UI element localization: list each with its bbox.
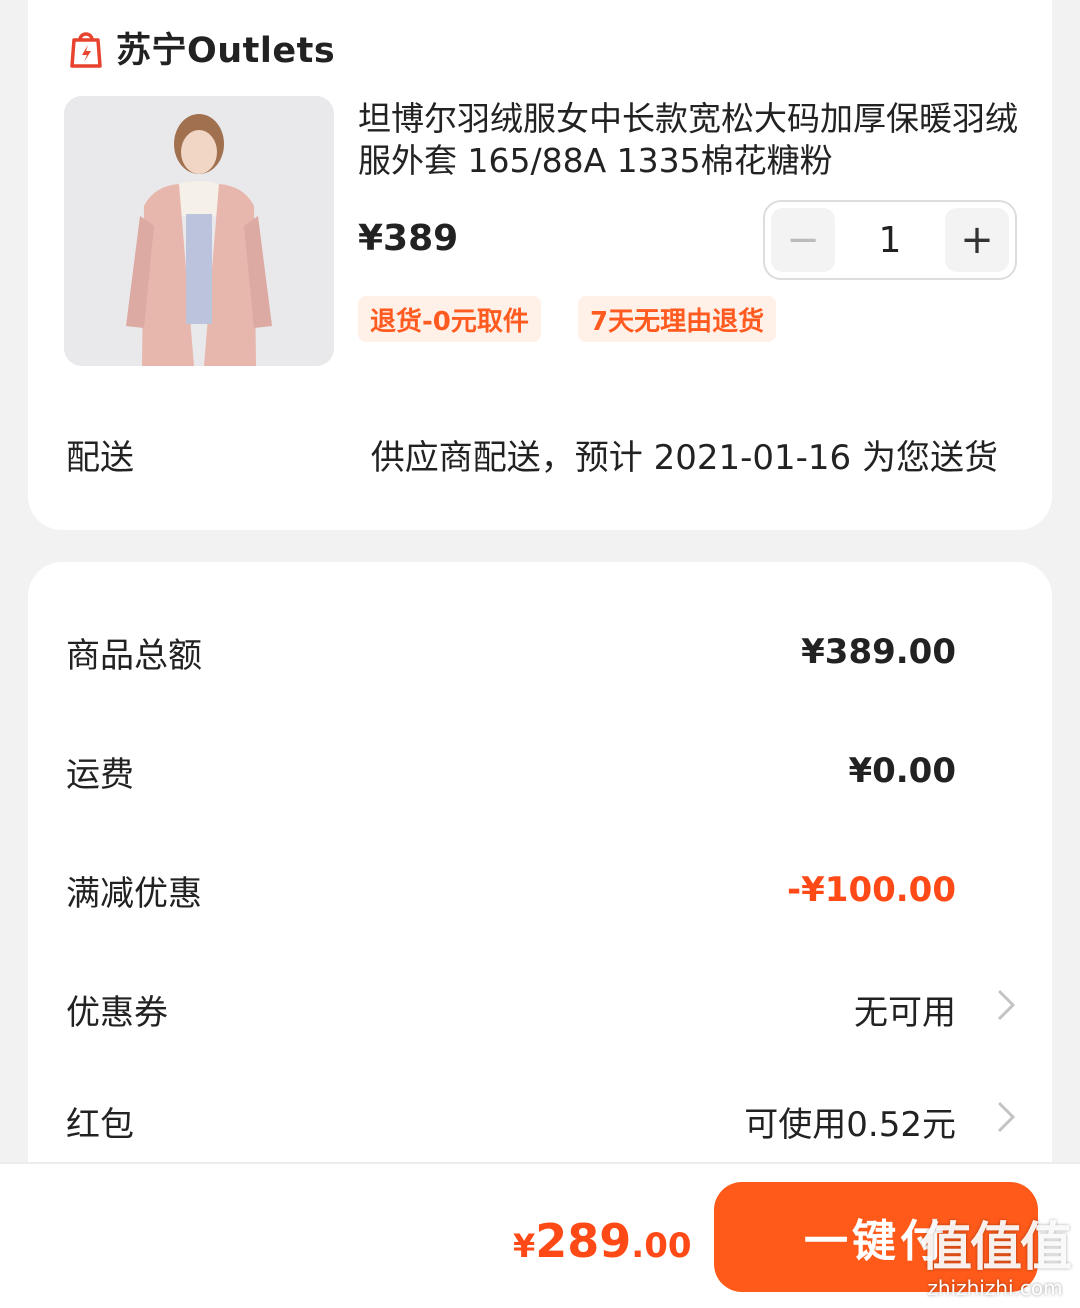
- store-name: 苏宁Outlets: [116, 31, 336, 71]
- return-free-pickup-tag: 退货-0元取件: [358, 296, 541, 342]
- chevron-right-icon[interactable]: [956, 1100, 1016, 1143]
- subtotal-row: 商品总额 ¥389.00: [66, 622, 1016, 682]
- total-currency: ¥: [513, 1227, 536, 1265]
- checkout-bar: ¥ 289 .00 一键付 值值值 zhizhizhi.com: [0, 1162, 1080, 1308]
- coupon-label: 优惠券: [66, 992, 168, 1033]
- shipping-value: ¥0.00: [848, 751, 956, 791]
- quantity-value[interactable]: 1: [835, 220, 945, 261]
- delivery-value: 供应商配送，预计 2021-01-16 为您送货: [370, 438, 998, 478]
- store-header[interactable]: 苏宁Outlets: [68, 22, 335, 73]
- shipping-row: 运费 ¥0.00: [66, 741, 1016, 801]
- quantity-stepper: − 1 +: [763, 200, 1017, 280]
- coupon-row[interactable]: 优惠券 无可用: [66, 979, 1016, 1039]
- watermark-url: zhizhizhi.com: [927, 1276, 1063, 1300]
- red-packet-label: 红包: [66, 1104, 134, 1145]
- shipping-label: 运费: [66, 754, 134, 795]
- product-photo: [64, 96, 334, 366]
- increase-quantity-button[interactable]: +: [945, 208, 1009, 272]
- discount-value: -¥100.00: [787, 870, 956, 910]
- discount-row: 满减优惠 -¥100.00: [66, 860, 1016, 920]
- product-title[interactable]: 坦博尔羽绒服女中长款宽松大码加厚保暖羽绒服外套 165/88A 1335棉花糖粉: [358, 98, 1018, 182]
- decrease-quantity-button[interactable]: −: [771, 208, 835, 272]
- watermark-logo: 值值值: [919, 1218, 1072, 1278]
- coupon-value: 无可用: [854, 992, 956, 1033]
- suning-bag-icon: [70, 31, 102, 68]
- total-decimal: .00: [631, 1226, 692, 1266]
- seven-day-return-tag: 7天无理由退货: [578, 296, 777, 342]
- subtotal-value: ¥389.00: [801, 632, 956, 672]
- product-price: ¥389: [358, 218, 459, 259]
- fee-summary-card: 商品总额 ¥389.00 运费 ¥0.00 满减优惠 -¥100.00 优惠券 …: [28, 562, 1052, 1262]
- product-image[interactable]: [64, 96, 334, 366]
- store-card: 苏宁Outlets 坦博尔羽绒服女中长款宽松大码加厚保暖羽绒服外套 165/88…: [28, 0, 1052, 530]
- total-integer: 289: [535, 1214, 632, 1268]
- red-packet-value: 可使用0.52元: [744, 1104, 956, 1145]
- watermark: 值值值 zhizhizhi.com: [919, 1218, 1072, 1300]
- delivery-label: 配送: [66, 438, 134, 478]
- discount-label: 满减优惠: [66, 873, 202, 914]
- red-packet-row[interactable]: 红包 可使用0.52元: [66, 1091, 1016, 1151]
- chevron-right-icon[interactable]: [956, 988, 1016, 1031]
- subtotal-label: 商品总额: [66, 635, 202, 676]
- order-total: ¥ 289 .00: [513, 1214, 692, 1268]
